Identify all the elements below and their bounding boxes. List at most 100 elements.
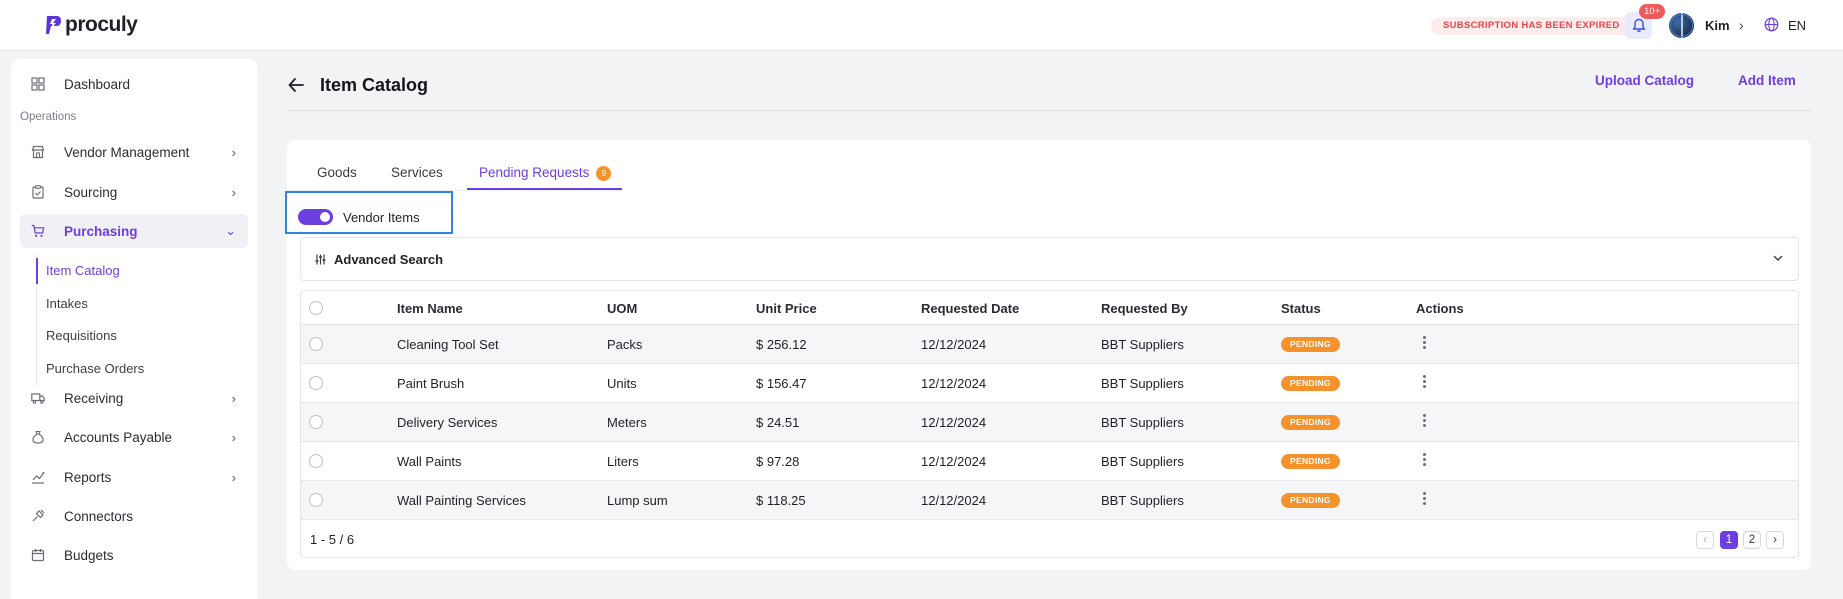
advanced-search-panel[interactable]: Advanced Search <box>300 237 1799 281</box>
table-header: Item Name UOM Unit Price Requested Date … <box>301 291 1798 325</box>
select-all-checkbox[interactable] <box>309 301 323 315</box>
cell-unit-price: $ 118.25 <box>756 493 806 508</box>
cell-uom: Lump sum <box>607 493 668 508</box>
tab-goods[interactable]: Goods <box>317 165 357 180</box>
sidebar-item-connectors[interactable]: Connectors <box>20 499 248 533</box>
language-selector[interactable]: EN <box>1788 18 1806 33</box>
cell-item-name: Delivery Services <box>397 415 498 430</box>
row-checkbox[interactable] <box>309 337 323 351</box>
more-actions-icon[interactable] <box>1423 414 1427 429</box>
sidebar-item-accounts-payable[interactable]: Accounts Payable › <box>20 420 248 454</box>
sidebar-item-label: Dashboard <box>64 76 131 92</box>
sidebar-subitem-requisitions[interactable]: Requisitions <box>37 320 236 353</box>
row-checkbox[interactable] <box>309 415 323 429</box>
sidebar-item-dashboard[interactable]: Dashboard <box>20 67 248 101</box>
pagination-prev-button[interactable]: ‹ <box>1696 531 1714 549</box>
globe-icon[interactable] <box>1764 17 1779 32</box>
sidebar-item-sourcing[interactable]: Sourcing › <box>20 175 248 209</box>
chevron-down-icon[interactable] <box>1772 252 1784 264</box>
back-arrow-icon[interactable] <box>287 76 305 94</box>
notifications-count-badge: 10+ <box>1639 4 1666 19</box>
pagination-page-1[interactable]: 1 <box>1720 531 1738 549</box>
column-header-item-name[interactable]: Item Name <box>397 301 463 316</box>
cell-requested-date: 12/12/2024 <box>921 454 987 469</box>
active-tab-indicator <box>467 188 622 190</box>
table-row[interactable]: Wall Paints Liters $ 97.28 12/12/2024 BB… <box>301 442 1798 481</box>
sidebar-item-label: Vendor Management <box>64 144 190 160</box>
pagination-page-2[interactable]: 2 <box>1743 531 1761 549</box>
status-badge: PENDING <box>1281 376 1340 391</box>
user-name[interactable]: Kim <box>1705 18 1730 33</box>
chevron-right-icon[interactable]: › <box>1739 17 1744 33</box>
cell-unit-price: $ 24.51 <box>756 415 800 430</box>
subscription-expired-badge: SUBSCRIPTION HAS BEEN EXPIRED <box>1431 17 1632 35</box>
cell-unit-price: $ 156.47 <box>756 376 807 391</box>
more-actions-icon[interactable] <box>1423 375 1427 390</box>
column-header-status[interactable]: Status <box>1281 301 1321 316</box>
sidebar-item-reports[interactable]: Reports › <box>20 460 248 494</box>
status-badge: PENDING <box>1281 493 1340 508</box>
logo[interactable]: proculy <box>44 13 138 37</box>
truck-icon <box>31 393 45 404</box>
chevron-right-icon: › <box>231 144 236 160</box>
sliders-icon <box>315 254 326 265</box>
plug-icon <box>32 509 45 522</box>
more-actions-icon[interactable] <box>1423 453 1427 468</box>
pagination-next-button[interactable]: › <box>1766 531 1784 549</box>
calendar-icon <box>31 549 45 562</box>
sidebar-subitem-item-catalog[interactable]: Item Catalog <box>35 255 236 288</box>
catalog-card: Goods Services Pending Requests 9 Vendor … <box>285 140 1811 570</box>
avatar-image <box>1670 13 1693 38</box>
table-footer: 1 - 5 / 6 ‹ 1 2 › <box>301 520 1798 557</box>
cell-requested-by: BBT Suppliers <box>1101 454 1184 469</box>
sidebar-item-label: Budgets <box>64 547 114 563</box>
sidebar-item-label: Reports <box>64 469 112 485</box>
status-badge: PENDING <box>1281 337 1340 352</box>
cell-uom: Meters <box>607 415 647 430</box>
add-item-button[interactable]: Add Item <box>1738 73 1796 88</box>
sidebar-subitem-intakes[interactable]: Intakes <box>37 288 236 321</box>
more-actions-icon[interactable] <box>1423 336 1427 351</box>
status-badge: PENDING <box>1281 454 1340 469</box>
advanced-search-label: Advanced Search <box>334 252 444 267</box>
cell-requested-date: 12/12/2024 <box>921 493 987 508</box>
vendor-items-label: Vendor Items <box>343 210 420 225</box>
row-checkbox[interactable] <box>309 376 323 390</box>
status-badge: PENDING <box>1281 415 1340 430</box>
vendor-items-toggle[interactable] <box>298 209 333 225</box>
column-header-requested-by[interactable]: Requested By <box>1101 301 1188 316</box>
column-header-unit-price[interactable]: Unit Price <box>756 301 817 316</box>
sidebar-item-vendor-management[interactable]: Vendor Management › <box>20 135 248 169</box>
sidebar-item-receiving[interactable]: Receiving › <box>20 381 248 415</box>
header-divider <box>287 110 1811 111</box>
sidebar-item-budgets[interactable]: Budgets <box>20 538 248 572</box>
vendor-items-filter[interactable]: Vendor Items <box>285 191 453 234</box>
pending-requests-table: Item Name UOM Unit Price Requested Date … <box>300 290 1799 558</box>
tab-pending-requests[interactable]: Pending Requests 9 <box>479 165 612 181</box>
table-row[interactable]: Wall Painting Services Lump sum $ 118.25… <box>301 481 1798 520</box>
chevron-right-icon: › <box>231 469 236 485</box>
upload-catalog-button[interactable]: Upload Catalog <box>1595 73 1694 88</box>
row-checkbox[interactable] <box>309 454 323 468</box>
tab-services[interactable]: Services <box>391 165 443 180</box>
cell-requested-by: BBT Suppliers <box>1101 376 1184 391</box>
column-header-requested-date[interactable]: Requested Date <box>921 301 1019 316</box>
more-actions-icon[interactable] <box>1423 492 1427 507</box>
column-header-uom[interactable]: UOM <box>607 301 637 316</box>
tab-label: Pending Requests <box>479 165 590 180</box>
table-row[interactable]: Delivery Services Meters $ 24.51 12/12/2… <box>301 403 1798 442</box>
chevron-right-icon: › <box>231 390 236 406</box>
top-bar: proculy SUBSCRIPTION HAS BEEN EXPIRED 10… <box>0 0 1843 51</box>
row-checkbox[interactable] <box>309 493 323 507</box>
table-row[interactable]: Cleaning Tool Set Packs $ 256.12 12/12/2… <box>301 325 1798 364</box>
pagination-range: 1 - 5 / 6 <box>310 532 355 547</box>
avatar[interactable] <box>1669 13 1694 38</box>
cell-unit-price: $ 97.28 <box>756 454 800 469</box>
sidebar-item-purchasing[interactable]: Purchasing ⌄ <box>20 214 248 248</box>
cell-requested-by: BBT Suppliers <box>1101 415 1184 430</box>
table-row[interactable]: Paint Brush Units $ 156.47 12/12/2024 BB… <box>301 364 1798 403</box>
cell-item-name: Cleaning Tool Set <box>397 337 499 352</box>
cell-item-name: Paint Brush <box>397 376 465 391</box>
section-label-operations: Operations <box>20 111 77 123</box>
sidebar: Dashboard Operations Vendor Management ›… <box>11 59 257 599</box>
